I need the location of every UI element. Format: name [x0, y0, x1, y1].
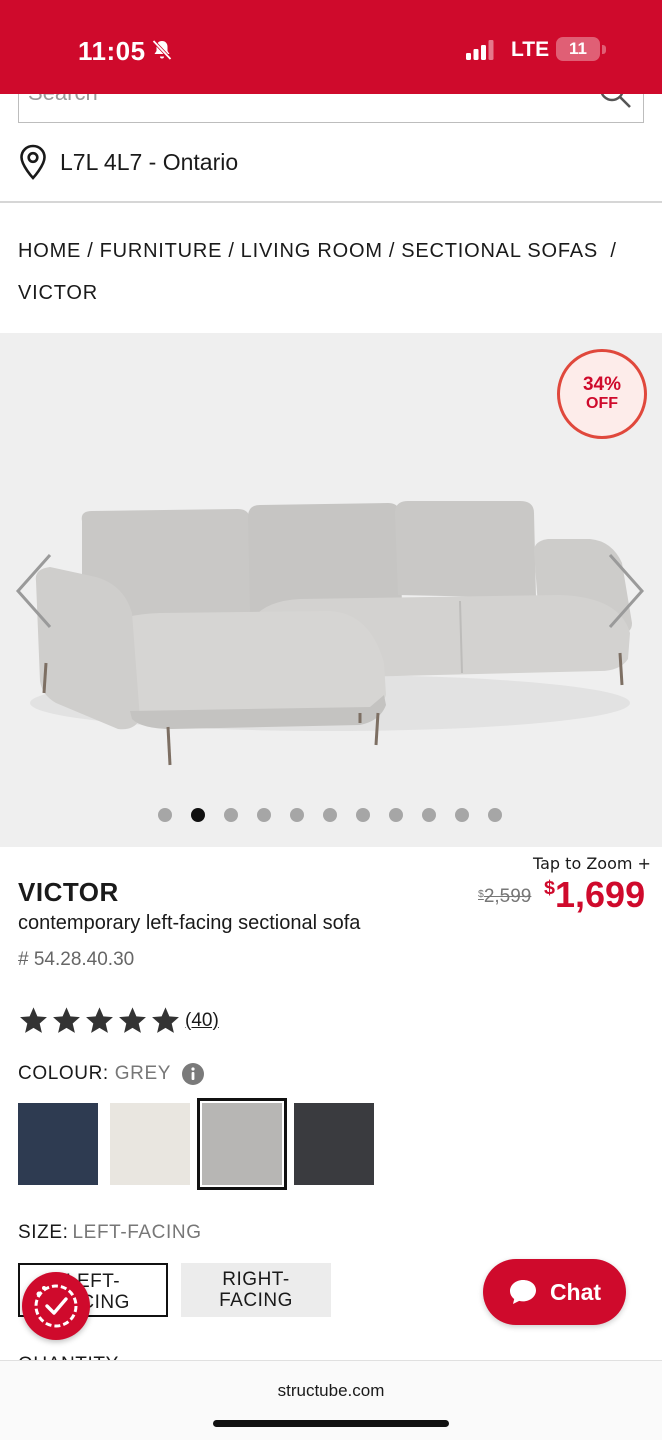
breadcrumb: HOME / FURNITURE / LIVING ROOM / SECTIONAL SOF… [18, 240, 617, 304]
domain-label[interactable]: structube.com [0, 1381, 662, 1401]
product-sku: # 54.28.40.30 [18, 949, 135, 970]
price-sale-currency: $ [544, 877, 556, 899]
star-icon [53, 1007, 80, 1033]
gallery-dot[interactable] [323, 808, 337, 822]
gallery-dot[interactable] [158, 808, 172, 822]
checklist-badge-icon [34, 1284, 78, 1328]
gallery-pagination[interactable] [158, 808, 502, 822]
product-description: contemporary left-facing sectional sofa [18, 912, 361, 934]
review-count-link[interactable]: (40) [185, 1010, 219, 1032]
colour-heading: COLOUR: GREY [18, 1062, 205, 1086]
swatch-cream[interactable] [110, 1103, 190, 1185]
rating-stars [18, 1005, 181, 1036]
size-option-line2: FACING [219, 1290, 293, 1311]
location-selector[interactable]: L7L 4L7 - Ontario [18, 140, 238, 184]
star-icon [152, 1007, 179, 1033]
rating[interactable]: (40) [18, 1005, 219, 1036]
location-pin-icon [20, 144, 46, 180]
chat-button[interactable]: Chat [483, 1259, 626, 1325]
battery-level: 11 [569, 39, 587, 58]
size-option-right-facing[interactable]: RIGHT- FACING [181, 1263, 331, 1317]
signal-icon [466, 40, 494, 60]
star-icon [20, 1007, 47, 1033]
colour-value: GREY [114, 1063, 172, 1084]
discount-percent: 34% [582, 374, 622, 395]
star-icon [86, 1007, 113, 1033]
breadcrumb-furniture[interactable]: FURNITURE [100, 240, 223, 262]
price-sale: $1,699 [544, 874, 645, 916]
product-gallery[interactable]: 34% OFF [0, 333, 662, 847]
gallery-dot[interactable] [224, 808, 238, 822]
size-value: LEFT-FACING [72, 1222, 202, 1243]
battery-tip [602, 45, 606, 54]
size-label: SIZE: [18, 1222, 69, 1243]
swatch-grey[interactable] [197, 1098, 287, 1190]
info-icon[interactable] [181, 1062, 205, 1086]
chat-label: Chat [549, 1278, 602, 1305]
search-placeholder: Search [28, 94, 98, 106]
price-original: $2,599 [478, 886, 531, 908]
breadcrumb-sectional-sofas[interactable]: SECTIONAL SOFAS [401, 240, 598, 262]
next-image-chevron-icon[interactable] [606, 551, 646, 631]
home-indicator[interactable] [213, 1420, 449, 1427]
colour-label: COLOUR: [18, 1063, 109, 1084]
discount-badge: 34% OFF [557, 349, 647, 439]
divider [0, 201, 662, 203]
network-label: LTE [511, 38, 550, 61]
price-sale-amount: 1,699 [555, 874, 646, 915]
bell-muted-icon [152, 39, 172, 61]
gallery-dot[interactable] [455, 808, 469, 822]
search-icon[interactable] [597, 94, 633, 110]
price-original-amount: 2,599 [483, 886, 532, 907]
gallery-dot[interactable] [389, 808, 403, 822]
previous-image-chevron-icon[interactable] [14, 551, 54, 631]
location-text: L7L 4L7 - Ontario [60, 148, 239, 175]
discount-off-label: OFF [586, 395, 618, 412]
swatch-navy[interactable] [18, 1103, 98, 1185]
battery-indicator: 11 [556, 37, 600, 61]
colour-swatches [18, 1098, 386, 1190]
breadcrumb-living-room[interactable]: LIVING ROOM [241, 240, 383, 262]
tap-to-zoom[interactable]: Tap to Zoom + [533, 854, 651, 873]
star-icon [119, 1007, 146, 1033]
gallery-dot[interactable] [422, 808, 436, 822]
status-time: 11:05 [78, 36, 146, 66]
size-option-line1: RIGHT- [222, 1269, 290, 1290]
gallery-dot[interactable] [488, 808, 502, 822]
gallery-dot[interactable] [290, 808, 304, 822]
gallery-dot[interactable] [257, 808, 271, 822]
swatch-charcoal[interactable] [294, 1103, 374, 1185]
breadcrumb-home[interactable]: HOME [18, 240, 81, 262]
accessibility-button[interactable] [22, 1272, 90, 1340]
gallery-dot[interactable] [356, 808, 370, 822]
price-original-currency: $ [478, 889, 484, 900]
status-bar: 11:05 LTE 11 [0, 0, 662, 94]
search-input[interactable]: Search [18, 94, 644, 123]
browser-address-bar[interactable]: structube.com [0, 1360, 662, 1440]
gallery-dot[interactable] [191, 808, 205, 822]
chat-bubble-icon [509, 1280, 536, 1304]
breadcrumb-current: VICTOR [18, 282, 98, 304]
size-heading: SIZE: LEFT-FACING [18, 1222, 202, 1244]
product-name: VICTOR [18, 877, 119, 907]
